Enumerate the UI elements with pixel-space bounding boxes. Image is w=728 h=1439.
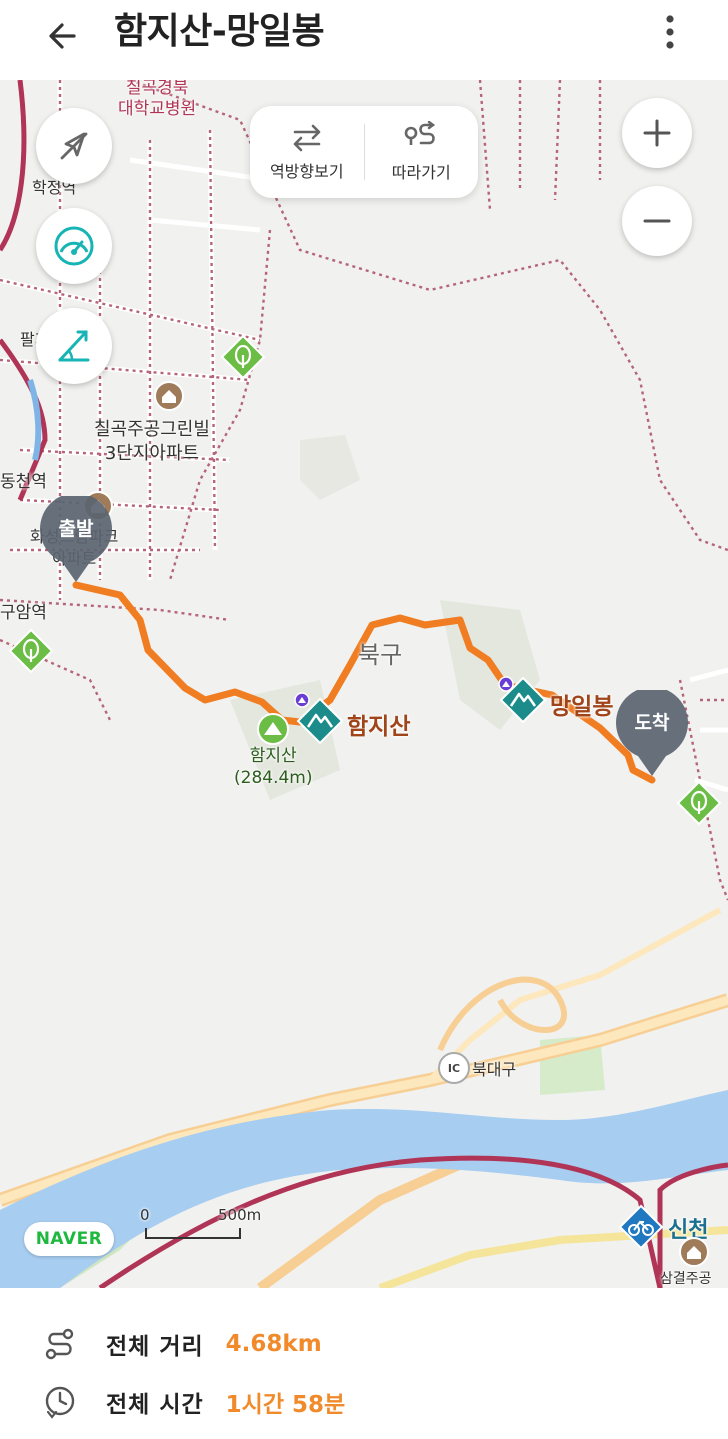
route-pin-icon	[404, 121, 436, 145]
route-line	[72, 581, 656, 784]
speedometer-icon	[54, 226, 94, 266]
end-marker[interactable]: 도착	[614, 686, 690, 778]
ic-label: 북대구	[472, 1060, 517, 1079]
elevation-button[interactable]	[36, 308, 112, 384]
route-distance-icon	[45, 1328, 74, 1360]
summit-marker-icon	[498, 676, 514, 692]
back-arrow-icon	[49, 23, 76, 49]
area-label: 삼결주공	[660, 1271, 712, 1287]
hill-shade	[300, 435, 360, 500]
route-toolbar: 역방향보기 따라가기	[250, 106, 478, 198]
location-off-button[interactable]	[36, 108, 112, 184]
distance-value: 4.68km	[225, 1331, 322, 1357]
scale-label: 500m	[218, 1206, 262, 1224]
apartment-icon	[154, 381, 184, 411]
minus-icon	[643, 219, 671, 223]
time-value: 1시간 58분	[225, 1392, 346, 1418]
summit-marker-icon	[294, 692, 310, 708]
app-header: 함지산-망일봉	[0, 0, 728, 80]
park-icon	[220, 334, 266, 380]
swap-arrows-icon	[293, 124, 321, 152]
station-label: 동천역	[0, 472, 47, 492]
back-button[interactable]	[36, 8, 92, 64]
follow-route-button[interactable]: 따라가기	[365, 106, 479, 198]
plus-icon	[643, 119, 671, 147]
follow-route-label: 따라가기	[391, 163, 451, 182]
time-row: 전체 시간 1시간 58분	[40, 1380, 345, 1424]
distance-label: 전체 거리	[106, 1334, 204, 1360]
time-label: 전체 시간	[106, 1392, 204, 1418]
route-summary: 전체 거리 4.68km 전체 시간 1시간 58분	[0, 1288, 728, 1439]
naver-logo: NAVER	[24, 1222, 114, 1256]
page-title: 함지산-망일봉	[114, 11, 325, 52]
more-vertical-icon	[666, 15, 674, 49]
reverse-direction-label: 역방향보기	[269, 162, 344, 181]
reverse-direction-button[interactable]: 역방향보기	[250, 106, 364, 198]
speedometer-button[interactable]	[36, 208, 112, 284]
clock-icon	[45, 1386, 75, 1419]
distance-row: 전체 거리 4.68km	[40, 1322, 322, 1366]
more-menu-button[interactable]	[650, 8, 690, 56]
bicycle-icon	[618, 1204, 664, 1250]
start-marker[interactable]: 출발	[38, 492, 114, 584]
ic-badge: IC	[438, 1052, 470, 1084]
station-label: 구암역	[0, 603, 47, 623]
slope-angle-icon	[58, 330, 90, 362]
district-label: 북구	[358, 641, 403, 669]
hospital-label: 칠곡경북 대학교병원	[118, 80, 197, 119]
map-view[interactable]: 칠곡경북 대학교병원 칠곡주공그린빌 3단지아파트 화성드림파크 아파트 동천역…	[0, 80, 728, 1288]
park-icon	[676, 780, 722, 826]
poi-label: 망일봉	[550, 694, 614, 720]
map-canvas	[0, 80, 728, 1288]
navigation-off-icon	[60, 132, 88, 160]
end-label: 도착	[634, 712, 670, 734]
mountain-peak-icon	[257, 713, 289, 745]
park-icon	[8, 628, 54, 674]
zoom-out-button[interactable]	[622, 186, 692, 256]
zoom-in-button[interactable]	[622, 98, 692, 168]
apartment-label: 칠곡주공그린빌 3단지아파트	[94, 419, 210, 464]
river	[0, 1090, 728, 1288]
poi-label: 함지산	[347, 714, 411, 740]
peak-label: 함지산 (284.4m)	[234, 746, 313, 788]
start-label: 출발	[58, 518, 94, 540]
scale-zero-label: 0	[140, 1206, 150, 1224]
apartment-icon	[679, 1237, 709, 1267]
